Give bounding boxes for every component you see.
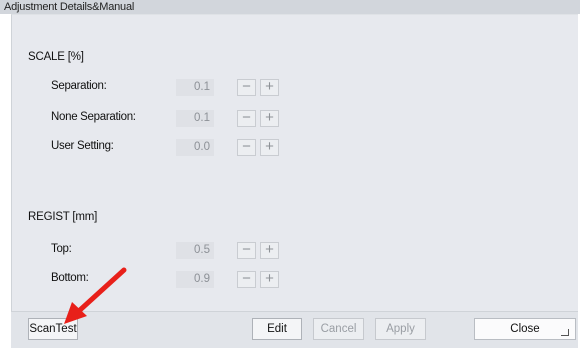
none-separation-decrease-button[interactable]: − — [237, 110, 256, 127]
top-label: Top: — [51, 243, 72, 255]
none-separation-value: 0.1 — [176, 110, 214, 127]
bottom-decrease-button[interactable]: − — [237, 271, 256, 288]
resize-corner-icon — [561, 329, 569, 336]
window-title: Adjustment Details&Manual — [4, 1, 135, 13]
bottom-value: 0.9 — [176, 271, 214, 288]
top-increase-button[interactable]: + — [260, 242, 279, 259]
separation-value: 0.1 — [176, 79, 214, 96]
close-button[interactable]: Close — [474, 318, 576, 340]
close-button-label: Close — [510, 323, 540, 335]
regist-section-title: REGIST [mm] — [28, 211, 98, 223]
separation-label: Separation: — [51, 80, 107, 92]
separation-increase-button[interactable]: + — [260, 79, 279, 96]
cancel-button[interactable]: Cancel — [313, 318, 364, 340]
user-setting-increase-button[interactable]: + — [260, 139, 279, 156]
user-setting-value: 0.0 — [176, 139, 214, 156]
annotation-arrow-icon — [64, 267, 127, 324]
none-separation-label: None Separation: — [51, 111, 136, 123]
user-setting-decrease-button[interactable]: − — [237, 139, 256, 156]
none-separation-increase-button[interactable]: + — [260, 110, 279, 127]
top-decrease-button[interactable]: − — [237, 242, 256, 259]
edit-button[interactable]: Edit — [252, 318, 302, 340]
separation-decrease-button[interactable]: − — [237, 79, 256, 96]
user-setting-label: User Setting: — [51, 140, 114, 152]
apply-button[interactable]: Apply — [375, 318, 426, 340]
window-titlebar: Adjustment Details&Manual — [0, 0, 580, 14]
bottom-increase-button[interactable]: + — [260, 271, 279, 288]
scale-section-title: SCALE [%] — [28, 51, 84, 63]
top-value: 0.5 — [176, 242, 214, 259]
